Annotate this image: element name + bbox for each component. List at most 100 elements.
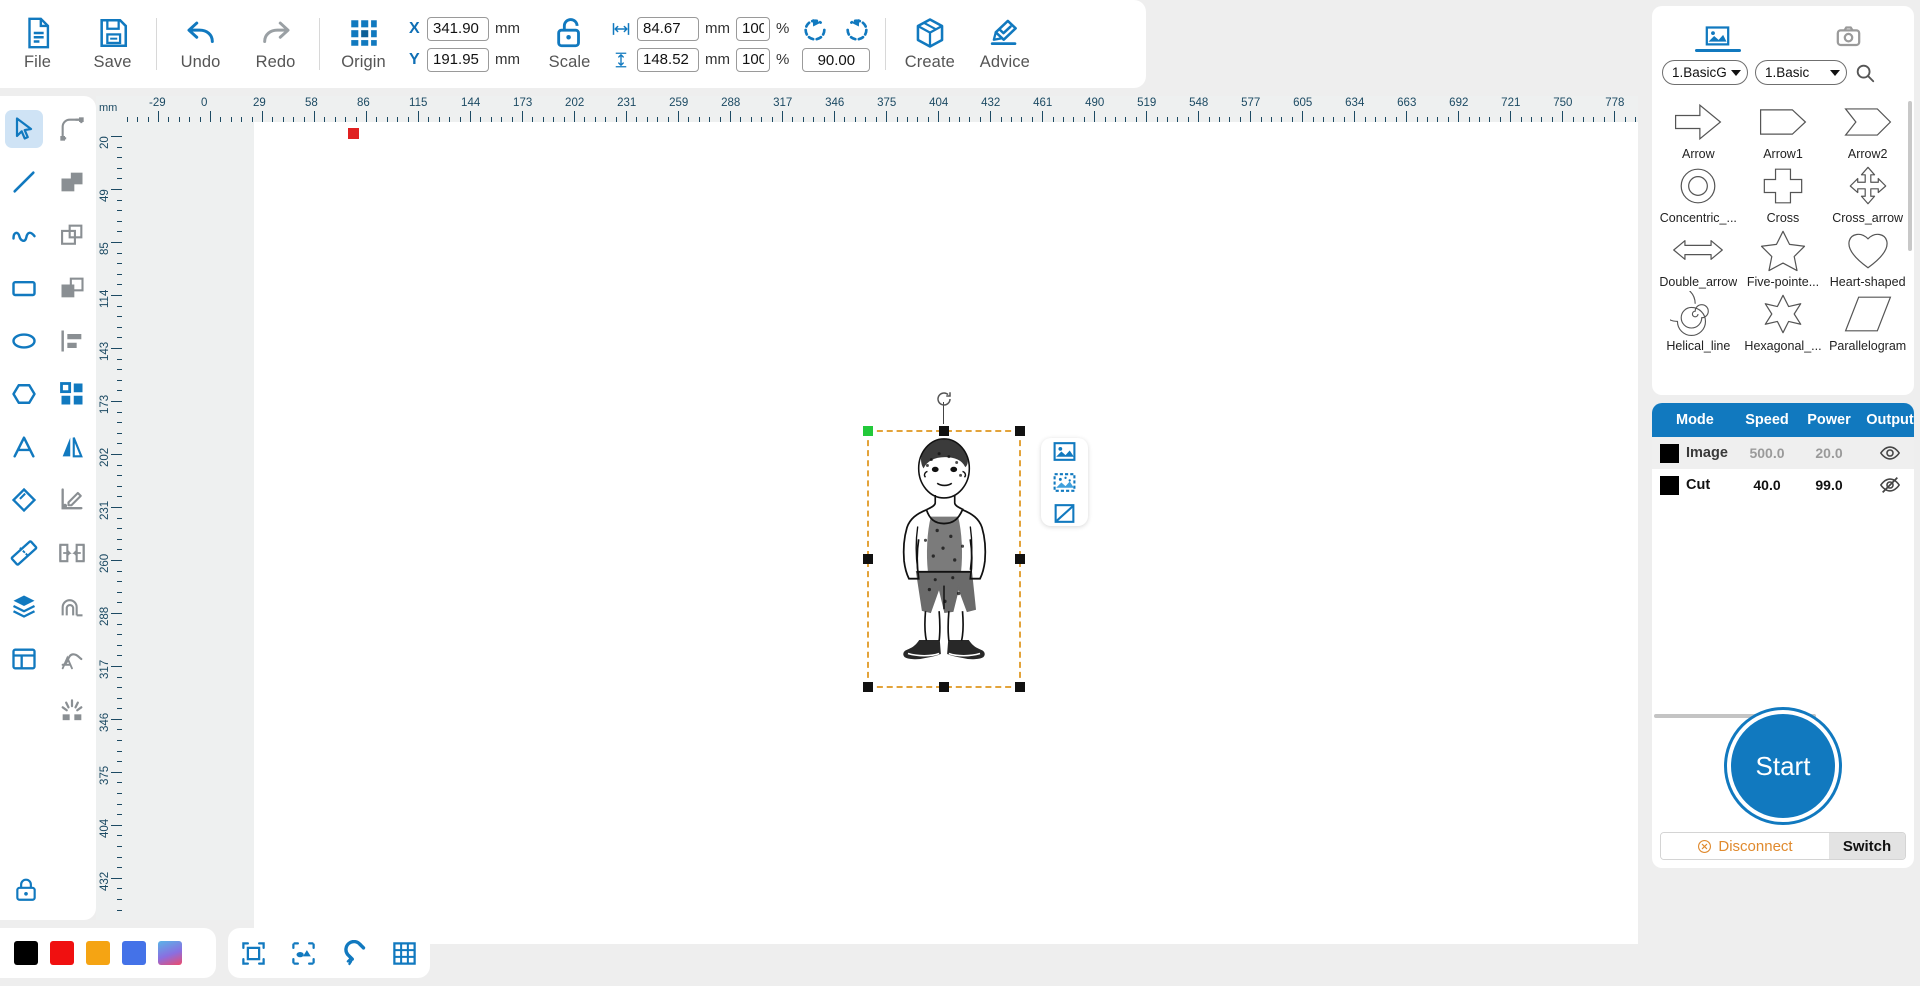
select-objects-icon[interactable] xyxy=(290,940,317,967)
shape-library[interactable]: Arrow Arrow1 Arrow2 Concentric_... Cross… xyxy=(1652,95,1914,395)
ruler-tool[interactable] xyxy=(0,526,48,579)
scale-lock-button[interactable]: Scale xyxy=(532,6,607,82)
layer-power-value[interactable]: 20.0 xyxy=(1798,445,1860,461)
y-input[interactable] xyxy=(427,47,489,72)
select-tool[interactable] xyxy=(0,102,48,155)
ruler-minor-tick xyxy=(1166,117,1168,122)
align-tool[interactable] xyxy=(48,314,96,367)
library-category-dropdown[interactable]: 1.BasicGrap xyxy=(1662,60,1748,85)
shape-item-double-arrow[interactable]: Double_arrow xyxy=(1656,225,1741,289)
polygon-tool[interactable] xyxy=(0,367,48,420)
width-input[interactable] xyxy=(637,16,699,41)
save-button[interactable]: Save xyxy=(75,6,150,82)
shape-item-arrow1[interactable]: Arrow1 xyxy=(1741,97,1826,161)
node-edit-tool[interactable] xyxy=(48,102,96,155)
ruler-icon xyxy=(10,539,38,566)
layer-power-value[interactable]: 99.0 xyxy=(1798,477,1860,493)
file-button[interactable]: File xyxy=(0,6,75,82)
image-dither-icon[interactable] xyxy=(1052,470,1077,495)
image-trace-icon[interactable] xyxy=(1052,439,1077,464)
shape-item-cross[interactable]: Cross xyxy=(1741,161,1826,225)
ellipse-tool[interactable] xyxy=(0,314,48,367)
lock-canvas-button[interactable] xyxy=(6,870,46,910)
shape-item-heart[interactable]: Heart-shaped xyxy=(1825,225,1910,289)
shape-item-five-pointed-star[interactable]: Five-pointe... xyxy=(1741,225,1826,289)
crop-icon[interactable] xyxy=(1052,501,1077,526)
shape-item-arrow2[interactable]: Arrow2 xyxy=(1825,97,1910,161)
color-swatch-2[interactable] xyxy=(86,941,110,965)
ruler-minor-tick xyxy=(117,475,122,477)
x-input[interactable] xyxy=(427,16,489,41)
rotation-input[interactable] xyxy=(802,48,871,72)
layers-tool[interactable] xyxy=(0,579,48,632)
ruler-minor-tick xyxy=(1624,117,1626,122)
advice-button[interactable]: Advice xyxy=(967,6,1042,82)
curve-tool[interactable] xyxy=(0,208,48,261)
selection-box[interactable] xyxy=(863,392,1025,692)
color-swatch-4[interactable] xyxy=(158,941,182,965)
circle-x-icon xyxy=(1698,839,1712,853)
ruler-minor-tick xyxy=(1083,117,1085,122)
offset-tool[interactable] xyxy=(48,579,96,632)
shape-item-hexagonal-star[interactable]: Hexagonal_... xyxy=(1741,289,1826,353)
ruler-label: 173 xyxy=(513,97,533,109)
path-tool[interactable] xyxy=(48,632,96,685)
origin-button[interactable]: Origin xyxy=(326,6,401,82)
layer-speed-value[interactable]: 500.0 xyxy=(1736,445,1798,461)
search-icon[interactable] xyxy=(1854,62,1876,84)
union-tool[interactable] xyxy=(48,155,96,208)
canvas-area[interactable] xyxy=(96,96,1638,944)
intersect-tool[interactable] xyxy=(48,261,96,314)
shape-scrollbar[interactable] xyxy=(1908,101,1912,251)
shape-label: Parallelogram xyxy=(1829,339,1907,353)
array-tool[interactable] xyxy=(48,367,96,420)
width-percent-input[interactable] xyxy=(736,16,770,41)
switch-button[interactable]: Switch xyxy=(1829,833,1905,859)
mirror-tool[interactable] xyxy=(48,420,96,473)
rotate-handle-icon[interactable] xyxy=(935,390,953,408)
redo-button[interactable]: Redo xyxy=(238,6,313,82)
grid-icon[interactable] xyxy=(391,940,418,967)
table-row[interactable]: Cut 40.0 99.0 xyxy=(1652,469,1914,501)
start-button[interactable]: Start xyxy=(1727,710,1839,822)
shape-item-arrow[interactable]: Arrow xyxy=(1656,97,1741,161)
create-button[interactable]: Create xyxy=(892,6,967,82)
vertical-ruler[interactable]: mm 20 49 85 114 143 173 202 231 260 288 317 346 375 4… xyxy=(96,96,122,920)
layer-output-toggle[interactable] xyxy=(1860,442,1920,464)
distribute-tool[interactable] xyxy=(48,526,96,579)
library-tab[interactable] xyxy=(1652,6,1783,60)
spark-tool[interactable] xyxy=(48,685,96,738)
layer-color-swatch[interactable] xyxy=(1660,443,1679,463)
shape-item-cross-arrow[interactable]: Cross_arrow xyxy=(1825,161,1910,225)
undo-icon xyxy=(186,21,214,43)
disconnect-button[interactable]: Disconnect xyxy=(1661,833,1829,859)
layer-output-toggle[interactable] xyxy=(1860,474,1920,496)
layer-speed-value[interactable]: 40.0 xyxy=(1736,477,1798,493)
measure-angle-tool[interactable] xyxy=(48,473,96,526)
table-row[interactable]: Image 500.0 20.0 xyxy=(1652,437,1914,469)
shape-item-helical-line[interactable]: Helical_line xyxy=(1656,289,1741,353)
select-frame-icon[interactable] xyxy=(240,940,267,967)
color-swatch-1[interactable] xyxy=(50,941,74,965)
rectangle-tool[interactable] xyxy=(0,261,48,314)
line-icon xyxy=(13,170,35,193)
undo-button[interactable]: Undo xyxy=(163,6,238,82)
color-swatch-0[interactable] xyxy=(14,941,38,965)
height-percent-input[interactable] xyxy=(736,47,770,72)
text-tool[interactable] xyxy=(0,420,48,473)
horizontal-ruler[interactable]: -58-290295886115144173202231259288317346… xyxy=(96,96,1638,122)
subtract-tool[interactable] xyxy=(48,208,96,261)
rotate-left-icon[interactable] xyxy=(801,16,829,44)
rotate-right-icon[interactable] xyxy=(843,16,871,44)
shape-item-parallelogram[interactable]: Parallelogram xyxy=(1825,289,1910,353)
eraser-tool[interactable] xyxy=(0,473,48,526)
color-swatch-3[interactable] xyxy=(122,941,146,965)
shape-item-concentric[interactable]: Concentric_... xyxy=(1656,161,1741,225)
magnet-snap-icon[interactable] xyxy=(341,939,368,967)
layer-color-swatch[interactable] xyxy=(1660,475,1679,495)
camera-tab[interactable] xyxy=(1783,6,1914,60)
height-input[interactable] xyxy=(637,47,699,72)
line-tool[interactable] xyxy=(0,155,48,208)
frame-tool[interactable] xyxy=(0,632,48,685)
library-subcategory-dropdown[interactable]: 1.Basic xyxy=(1755,60,1847,85)
